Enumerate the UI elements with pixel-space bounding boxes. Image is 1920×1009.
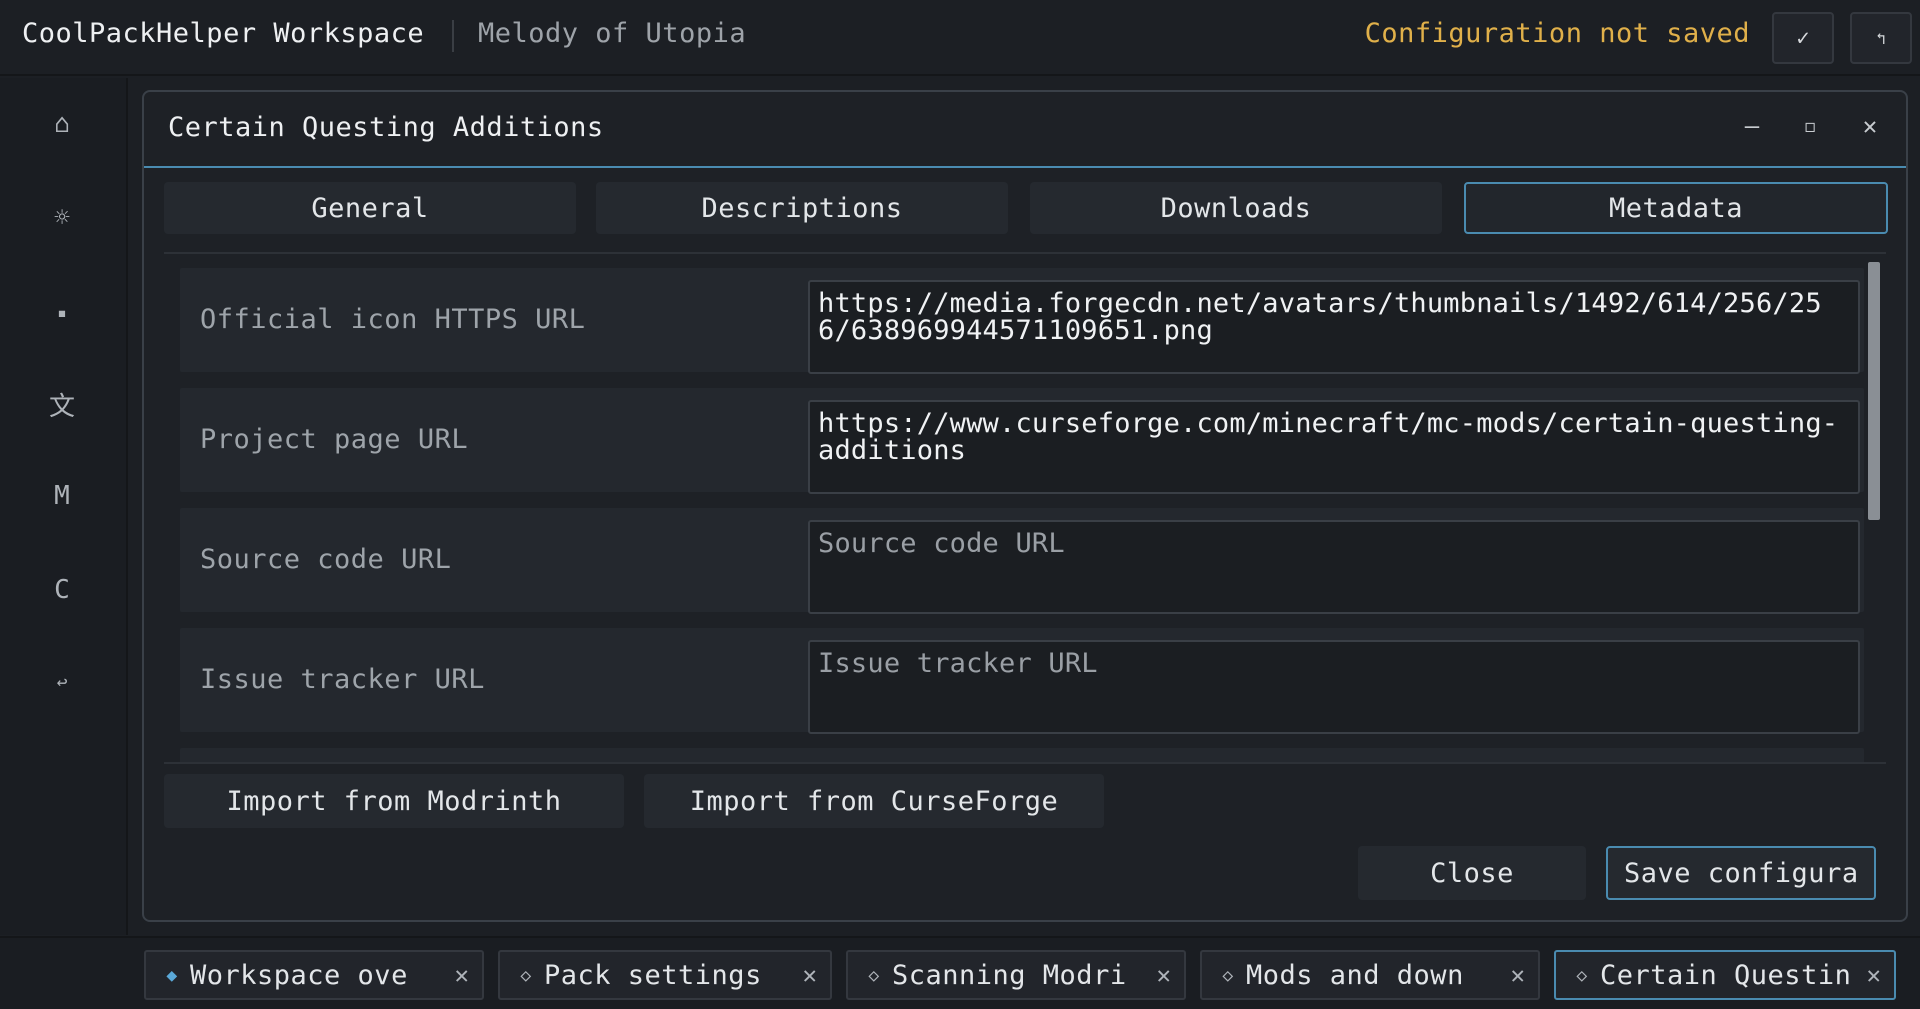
check-icon: ✓ (1796, 25, 1810, 51)
project-page-url-field[interactable]: https://www.curseforge.com/minecraft/mc-… (808, 400, 1860, 494)
revert-icon: ↰ (1876, 28, 1886, 48)
curseforge-icon: C (54, 575, 70, 605)
form-row (180, 748, 1864, 762)
close-icon[interactable]: ✕ (1498, 961, 1538, 989)
mod-config-dialog: Certain Questing Additions — ◻ ✕ General… (142, 90, 1908, 922)
issue-tracker-url-field[interactable]: Issue tracker URL (808, 640, 1860, 734)
form-row: Issue tracker URL Issue tracker URL (180, 628, 1864, 734)
save-confirm-button[interactable]: ✓ (1772, 12, 1834, 64)
minimize-icon[interactable]: — (1734, 112, 1770, 140)
save-configuration-button[interactable]: Save configura (1606, 846, 1876, 900)
diamond-icon: ◇ (868, 964, 880, 986)
metadata-form[interactable]: Official icon HTTPS URL https://media.fo… (164, 252, 1886, 764)
close-icon[interactable]: ✕ (1852, 112, 1888, 140)
sidebar: ⌂ ☼ ▪ 文 M C ↩ (0, 78, 128, 935)
tab-general[interactable]: General (164, 182, 576, 234)
top-bar: CoolPackHelper Workspace Melody of Utopi… (0, 0, 1920, 76)
home-icon: ⌂ (54, 109, 70, 139)
bottom-tab-pack-settings[interactable]: ◇ Pack settings ✕ (498, 950, 832, 1000)
sidebar-item-back[interactable]: ↩ (30, 654, 94, 710)
bottom-tab-certain-questing[interactable]: ◇ Certain Questin ✕ (1554, 950, 1896, 1000)
revert-button[interactable]: ↰ (1850, 12, 1912, 64)
form-row: Source code URL Source code URL (180, 508, 1864, 614)
sidebar-item-modrinth[interactable]: M (30, 468, 94, 524)
close-button[interactable]: Close (1358, 846, 1586, 900)
title-separator (452, 20, 454, 52)
dialog-title: Certain Questing Additions (168, 112, 604, 143)
source-code-url-label: Source code URL (200, 544, 452, 575)
sidebar-item-settings[interactable]: ☼ (30, 190, 94, 246)
translate-icon: 文 (48, 391, 75, 422)
dialog-titlebar[interactable]: Certain Questing Additions — ◻ ✕ (144, 92, 1906, 168)
icon-url-field[interactable]: https://media.forgecdn.net/avatars/thumb… (808, 280, 1860, 374)
form-row: Project page URL https://www.curseforge.… (180, 388, 1864, 494)
bottom-tab-workspace-overview[interactable]: ◆ Workspace ove ✕ (144, 950, 484, 1000)
gear-icon: ☼ (54, 203, 70, 233)
sidebar-item-curseforge[interactable]: C (30, 562, 94, 618)
bottom-tab-mods-and-downloads[interactable]: ◇ Mods and down ✕ (1200, 950, 1540, 1000)
import-curseforge-button[interactable]: Import from CurseForge (644, 774, 1104, 828)
bottom-tab-label: Pack settings (544, 959, 762, 991)
issue-tracker-url-label: Issue tracker URL (200, 664, 485, 695)
form-row: Official icon HTTPS URL https://media.fo… (180, 268, 1864, 374)
sidebar-item-home[interactable]: ⌂ (30, 96, 94, 152)
source-code-url-field[interactable]: Source code URL (808, 520, 1860, 614)
scrollbar-thumb[interactable] (1868, 262, 1880, 520)
tab-metadata[interactable]: Metadata (1464, 182, 1888, 234)
bottom-tab-label: Mods and down (1246, 959, 1464, 991)
tab-downloads[interactable]: Downloads (1030, 182, 1442, 234)
diamond-icon: ◇ (1222, 964, 1234, 986)
app-title: CoolPackHelper Workspace (22, 18, 425, 49)
bottom-tab-label: Certain Questin (1600, 959, 1852, 991)
maximize-icon[interactable]: ◻ (1792, 116, 1828, 137)
icon-url-label: Official icon HTTPS URL (200, 304, 586, 335)
unsaved-status: Configuration not saved (1364, 18, 1750, 49)
diamond-icon: ◇ (1576, 964, 1588, 986)
sidebar-item-block[interactable]: ▪ (30, 284, 94, 340)
import-modrinth-button[interactable]: Import from Modrinth (164, 774, 624, 828)
bottom-tab-label: Scanning Modri (892, 959, 1127, 991)
close-icon[interactable]: ✕ (790, 961, 830, 989)
bottom-tab-label: Workspace ove (190, 959, 408, 991)
diamond-filled-icon: ◆ (166, 964, 178, 986)
diamond-icon: ◇ (520, 964, 532, 986)
block-icon: ▪ (57, 302, 67, 322)
pack-name: Melody of Utopia (478, 18, 747, 49)
tab-descriptions[interactable]: Descriptions (596, 182, 1008, 234)
bottom-tab-bar: ◆ Workspace ove ✕ ◇ Pack settings ✕ ◇ Sc… (0, 936, 1920, 1009)
close-icon[interactable]: ✕ (1144, 961, 1184, 989)
dialog-tabs: General Descriptions Downloads Metadata (164, 182, 1888, 238)
sidebar-item-translate[interactable]: 文 (30, 376, 94, 432)
modrinth-icon: M (54, 481, 70, 511)
close-icon[interactable]: ✕ (442, 961, 482, 989)
close-icon[interactable]: ✕ (1854, 961, 1894, 989)
project-page-url-label: Project page URL (200, 424, 469, 455)
bottom-tab-scanning-modrinth[interactable]: ◇ Scanning Modri ✕ (846, 950, 1186, 1000)
back-icon: ↩ (56, 671, 68, 693)
